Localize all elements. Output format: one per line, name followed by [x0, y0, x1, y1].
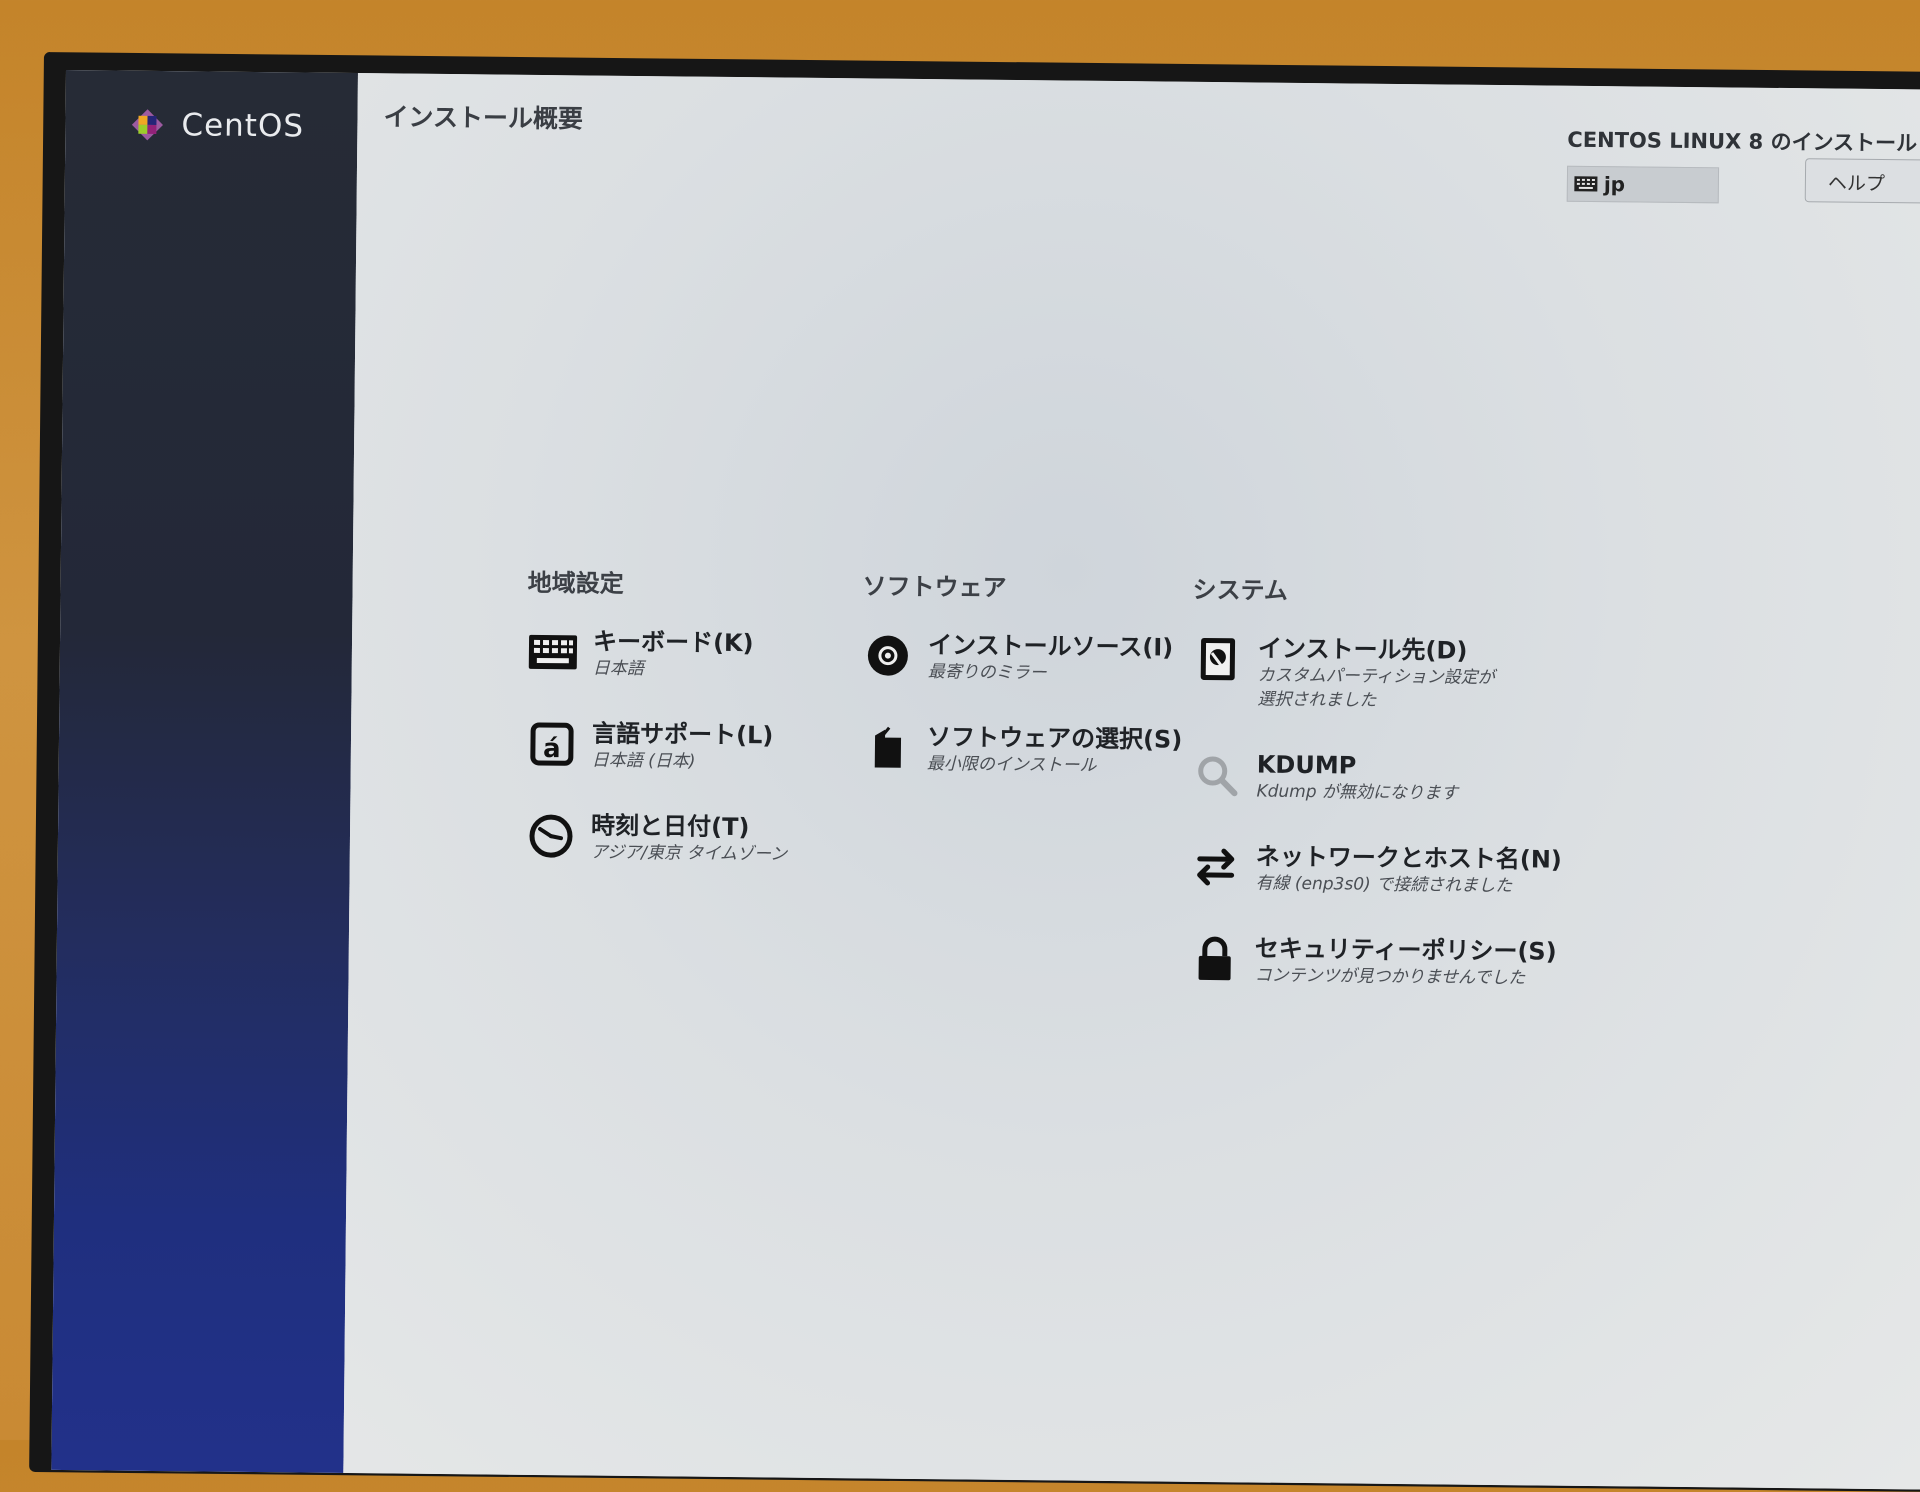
spoke-status: 有線 (enp3s0) で接続されました: [1255, 873, 1513, 897]
sidebar: CentOS: [51, 70, 358, 1473]
spoke-title: セキュリティーポリシー(S): [1254, 934, 1557, 966]
spoke-time-date[interactable]: 時刻と日付(T) アジア/東京 タイムゾーン: [525, 810, 788, 867]
disc-icon: [862, 629, 915, 682]
keyboard-layout-value: jp: [1603, 172, 1626, 197]
centos-logo-icon: [131, 109, 163, 141]
spoke-status: アジア/東京 タイムゾーン: [590, 842, 788, 865]
hard-drive-icon: [1192, 633, 1245, 686]
brand-name: CentOS: [181, 107, 305, 145]
product-title: CENTOS LINUX 8 のインストール: [1567, 127, 1918, 156]
keyboard-icon: [527, 626, 580, 679]
spoke-title: 言語サポート(L): [591, 719, 774, 750]
spoke-keyboard[interactable]: キーボード(K) 日本語: [527, 626, 790, 683]
spoke-security-policy[interactable]: セキュリティーポリシー(S) コンテンツが見つかりませんでした: [1188, 933, 1561, 991]
category-system: システム インストール先(D) カスタムパーティション設定が 選択されました K…: [1188, 570, 1565, 1029]
keyboard-layout-indicator[interactable]: jp: [1566, 165, 1720, 204]
spoke-status-line2: 選択されました: [1257, 689, 1377, 711]
spoke-status: 最小限のインストール: [926, 754, 1097, 776]
spoke-title: 時刻と日付(T): [590, 811, 750, 842]
lock-icon: [1188, 933, 1241, 986]
language-icon: á: [526, 718, 579, 771]
clock-icon: [525, 810, 578, 863]
spoke-title: ソフトウェアの選択(S): [926, 723, 1183, 754]
spoke-title: ネットワークとホスト名(N): [1255, 842, 1562, 874]
centos-logo: CentOS: [127, 105, 304, 147]
category-title: 地域設定: [527, 568, 624, 598]
spoke-network-hostname[interactable]: ネットワークとホスト名(N) 有線 (enp3s0) で接続されました: [1189, 841, 1562, 899]
spoke-status: 最寄りのミラー: [927, 662, 1047, 684]
spoke-status: 日本語 (日本): [591, 750, 696, 772]
spoke-title: KDUMP: [1256, 750, 1357, 780]
spoke-status: 日本語: [592, 658, 644, 680]
spoke-title: キーボード(K): [592, 627, 754, 658]
keyboard-small-icon: [1574, 176, 1598, 192]
installer-screen: CentOS インストール概要 CENTOS LINUX 8 のインストール j…: [51, 70, 1920, 1490]
page-title: インストール概要: [383, 102, 584, 134]
spoke-software-selection[interactable]: ソフトウェアの選択(S) 最小限のインストール: [861, 721, 1183, 778]
spoke-status: Kdump が無効になります: [1256, 781, 1459, 804]
spoke-kdump[interactable]: KDUMP Kdump が無効になります: [1190, 749, 1563, 807]
category-title: ソフトウェア: [862, 572, 1007, 602]
spoke-installation-source[interactable]: インストールソース(I) 最寄りのミラー: [862, 629, 1184, 686]
spoke-installation-destination[interactable]: インストール先(D) カスタムパーティション設定が 選択されました: [1191, 633, 1564, 715]
spoke-status: コンテンツが見つかりませんでした: [1254, 965, 1526, 989]
package-icon: [861, 721, 914, 774]
spoke-status: カスタムパーティション設定が: [1257, 665, 1495, 688]
network-arrows-icon: [1189, 841, 1242, 894]
spoke-title: インストール先(D): [1257, 634, 1468, 665]
help-button[interactable]: ヘルプ: [1804, 158, 1920, 204]
svg-text:á: á: [543, 734, 561, 764]
spoke-language-support[interactable]: á 言語サポート(L) 日本語 (日本): [526, 718, 789, 775]
category-localization: 地域設定 キーボード(K) 日本語 á 言語サポート(L) 日本語 (日本) 時…: [524, 563, 790, 905]
search-icon: [1190, 749, 1243, 802]
category-title: システム: [1192, 575, 1289, 605]
main-panel: インストール概要 CENTOS LINUX 8 のインストール jp ヘルプ 地…: [343, 73, 1920, 1490]
category-software: ソフトウェア インストールソース(I) 最寄りのミラー ソフトウェアの選択(S)…: [860, 566, 1184, 816]
spoke-title: インストールソース(I): [927, 631, 1174, 662]
